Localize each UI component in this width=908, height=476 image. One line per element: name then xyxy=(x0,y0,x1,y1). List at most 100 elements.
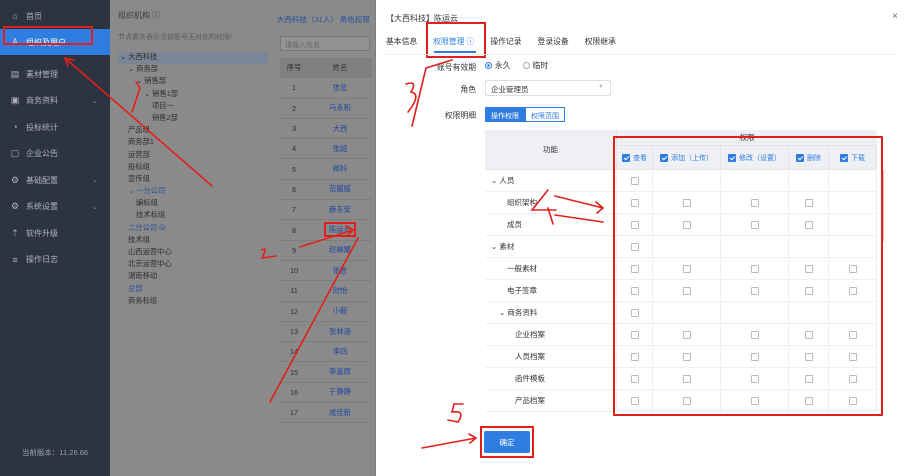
row-name[interactable]: 薛东安 xyxy=(308,205,372,215)
user-name[interactable]: 欣怡 xyxy=(333,286,348,295)
row-name[interactable]: 张林涵 xyxy=(308,327,372,337)
row-name[interactable]: 张胜 xyxy=(308,266,372,276)
user-name[interactable]: 李嘉辉 xyxy=(329,367,351,376)
tree-node[interactable]: 编标组 xyxy=(118,198,268,210)
permission-scope-button[interactable]: 权限范围 xyxy=(525,107,565,122)
row-no: 4 xyxy=(291,144,297,154)
tree-node[interactable]: 运营部 xyxy=(118,150,268,162)
row-name[interactable]: 赵琳娜 xyxy=(308,245,372,255)
row-name[interactable]: 李嘉辉 xyxy=(308,367,372,377)
row-name[interactable]: 于静静 xyxy=(308,387,372,397)
radio-permanent[interactable]: 永久 xyxy=(485,60,511,71)
sidebar-item-2[interactable]: ▤ 素材管理 xyxy=(0,61,110,88)
user-name[interactable]: 马永和 xyxy=(329,103,351,112)
sidebar-item-8[interactable]: ⇡ 软件升级 xyxy=(0,220,110,247)
tree-node[interactable]: 二分公司 ⛁ xyxy=(118,223,268,235)
close-icon[interactable]: × xyxy=(892,11,898,22)
table-row[interactable]: 4 张超 xyxy=(280,139,372,160)
user-name[interactable]: 赵琳娜 xyxy=(329,245,351,254)
user-name[interactable]: 薛东安 xyxy=(329,205,351,214)
tree-node[interactable]: 商务标组 xyxy=(118,296,268,308)
radio-temporary[interactable]: 临时 xyxy=(522,60,548,71)
table-row[interactable]: 15 李嘉辉 xyxy=(280,362,372,383)
table-row[interactable]: 12 小毅 xyxy=(280,302,372,322)
operation-permission-button[interactable]: 操作权限 xyxy=(485,107,525,122)
row-name[interactable]: 欣怡 xyxy=(308,286,372,296)
user-name[interactable]: 张超 xyxy=(333,144,348,153)
user-name[interactable]: 李四 xyxy=(333,347,348,356)
row-no: 13 xyxy=(289,327,299,336)
tree-node[interactable]: 山西运营中心 xyxy=(118,247,268,259)
row-name[interactable]: 小毅 xyxy=(308,306,372,316)
role-select[interactable]: 企业管理员 ▼ xyxy=(485,80,611,96)
row-name[interactable]: 大西 xyxy=(308,124,372,134)
user-name[interactable]: 小毅 xyxy=(333,306,348,315)
table-row[interactable]: 10 张胜 xyxy=(280,261,372,282)
user-name[interactable]: 张林涵 xyxy=(329,327,351,336)
tree-node[interactable]: 宣传组 xyxy=(118,174,268,186)
user-name[interactable]: 范媛媛 xyxy=(329,184,351,193)
tree-node[interactable]: 产品组 xyxy=(118,125,268,137)
row-name[interactable]: 张总 xyxy=(308,83,372,93)
tree-node[interactable]: 商务部1 xyxy=(118,137,268,149)
row-name[interactable]: 李四 xyxy=(308,347,372,357)
tree-node[interactable]: 项目一 xyxy=(118,101,268,113)
tree-node[interactable]: ⌄ 销售部 xyxy=(118,76,268,88)
sidebar-item-3[interactable]: ▣ 商务资料 ⌄ xyxy=(0,88,110,115)
user-search-input[interactable]: 请输入姓名 xyxy=(280,36,370,51)
tree-node[interactable]: ⌄ 商务部 xyxy=(118,64,268,76)
table-row[interactable]: 5 邮科 xyxy=(280,159,372,180)
tab-2[interactable]: 操作记录 xyxy=(490,36,521,47)
tree-node[interactable]: ⌄ 大西科技 xyxy=(118,52,268,65)
row-name[interactable]: 马永和 xyxy=(308,103,372,113)
org-hint: 节点置灰表示当前账号无对此的权限! xyxy=(118,34,232,41)
row-name[interactable]: 邮科 xyxy=(308,164,372,174)
row-name[interactable]: 范媛媛 xyxy=(308,184,372,194)
tree-node[interactable]: 投标组 xyxy=(118,162,268,174)
row-name[interactable]: 成佳新 xyxy=(308,408,372,418)
table-row[interactable]: 9 赵琳娜 xyxy=(280,241,372,261)
user-name[interactable]: 于静静 xyxy=(329,387,351,396)
table-row[interactable]: 17 成佳新 xyxy=(280,403,372,424)
table-row[interactable]: 13 张林涵 xyxy=(280,322,372,343)
tree-node[interactable]: 北京运营中心 xyxy=(118,259,268,271)
user-name[interactable]: 张总 xyxy=(333,83,348,92)
upgrade-icon: ⇡ xyxy=(11,227,19,238)
sidebar-item-5[interactable]: ▢ 企业公告 xyxy=(0,141,110,168)
table-row[interactable]: 3 大西 xyxy=(280,119,372,140)
permission-type-toggle: 操作权限 权限范围 xyxy=(485,107,565,122)
user-name[interactable]: 邮科 xyxy=(333,164,348,173)
tab-4[interactable]: 权限继承 xyxy=(585,36,616,47)
sidebar-item-4[interactable]: ◔ 投标统计 xyxy=(0,114,110,141)
sidebar-item-label: 系统设置 xyxy=(26,202,58,212)
users-table-header: 序号 姓名 xyxy=(280,58,372,79)
table-row[interactable]: 7 薛东安 xyxy=(280,200,372,221)
sidebar-item-7[interactable]: ⚙ 系统设置 ⌄ xyxy=(0,194,110,221)
tree-node[interactable]: 技术标组 xyxy=(118,210,268,222)
tab-0[interactable]: 基本信息 xyxy=(386,36,417,47)
tab-3[interactable]: 登录设备 xyxy=(538,36,569,47)
sidebar-item-9[interactable]: ≡ 操作日志 xyxy=(0,247,110,274)
table-row[interactable]: 8 陈运云 xyxy=(280,220,372,241)
user-name[interactable]: 大西 xyxy=(333,124,348,133)
table-row[interactable]: 16 于静静 xyxy=(280,383,372,404)
tree-node[interactable]: ⌄ 一分公司 xyxy=(118,186,268,198)
row-name[interactable]: 陈运云 xyxy=(308,222,372,238)
user-name[interactable]: 成佳新 xyxy=(329,408,351,417)
tree-node[interactable]: ⌄ 销售1部 xyxy=(118,89,268,101)
tree-node[interactable]: 湖南移动 xyxy=(118,271,268,283)
table-row[interactable]: 2 马永和 xyxy=(280,99,372,119)
tree-node[interactable]: 技术组 xyxy=(118,235,268,247)
tree-node[interactable]: 销售2部 xyxy=(118,113,268,125)
tree-node[interactable]: 总部 xyxy=(118,284,268,296)
annotation-box-permissions xyxy=(613,136,883,416)
user-name[interactable]: 陈运云 xyxy=(324,222,356,238)
row-name[interactable]: 张超 xyxy=(308,144,372,154)
table-row[interactable]: 14 李四 xyxy=(280,342,372,363)
user-name[interactable]: 张胜 xyxy=(333,266,348,275)
sidebar-item-6[interactable]: ⚙ 基础配置 ⌄ xyxy=(0,167,110,194)
table-row[interactable]: 6 范媛媛 xyxy=(280,180,372,201)
table-row[interactable]: 11 欣怡 xyxy=(280,281,372,302)
table-row[interactable]: 1 张总 xyxy=(280,78,372,99)
row-no: 17 xyxy=(289,408,299,418)
